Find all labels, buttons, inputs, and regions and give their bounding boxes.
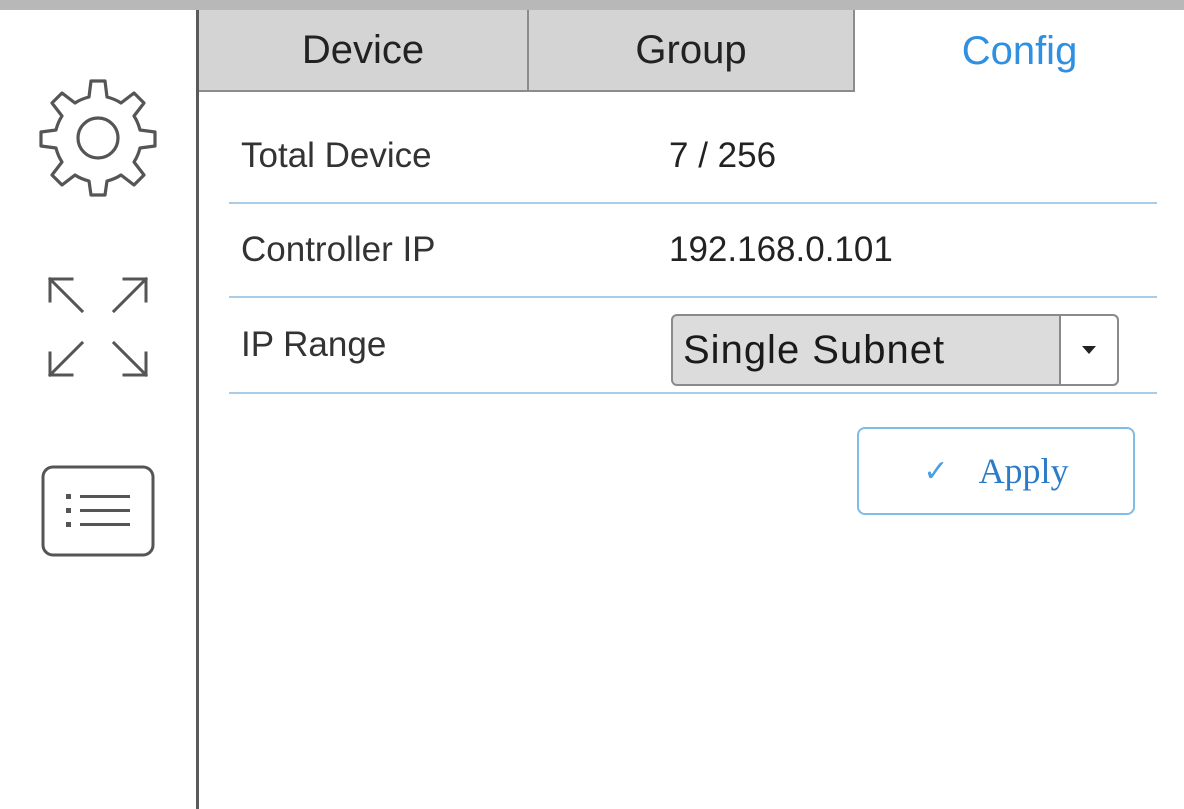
app-window: Device Group Config Total Device 7 / 256…	[0, 0, 1184, 809]
settings-gear-icon[interactable]	[28, 66, 168, 206]
left-toolbar	[0, 10, 196, 809]
controller-ip-label: Controller IP	[241, 230, 436, 269]
total-device-label: Total Device	[241, 136, 432, 175]
controller-ip-row: Controller IP 192.168.0.101	[229, 204, 1157, 298]
apply-label: Apply	[978, 451, 1069, 491]
list-icon[interactable]	[38, 462, 158, 562]
ip-range-select[interactable]: Single Subnet	[671, 314, 1119, 386]
tab-group[interactable]: Group	[529, 10, 855, 92]
controller-ip-value: 192.168.0.101	[669, 230, 893, 269]
dropdown-button[interactable]	[1059, 316, 1117, 384]
apply-button[interactable]: ✓ Apply	[857, 427, 1135, 515]
tab-bar: Device Group Config	[199, 10, 1184, 92]
expand-arrows-icon[interactable]	[36, 265, 160, 389]
total-device-row: Total Device 7 / 256	[229, 110, 1157, 204]
ip-range-label: IP Range	[241, 325, 387, 364]
total-device-value: 7 / 256	[669, 136, 777, 175]
checkmark-icon: ✓	[923, 453, 949, 489]
ip-range-row: IP Range Single Subnet	[229, 298, 1157, 394]
ip-range-selected-value: Single Subnet	[683, 327, 946, 372]
tab-device[interactable]: Device	[199, 10, 529, 92]
caret-down-icon	[1082, 346, 1096, 354]
top-border	[0, 0, 1184, 10]
tab-config[interactable]: Config	[855, 10, 1184, 92]
config-panel: Device Group Config Total Device 7 / 256…	[196, 10, 1184, 809]
